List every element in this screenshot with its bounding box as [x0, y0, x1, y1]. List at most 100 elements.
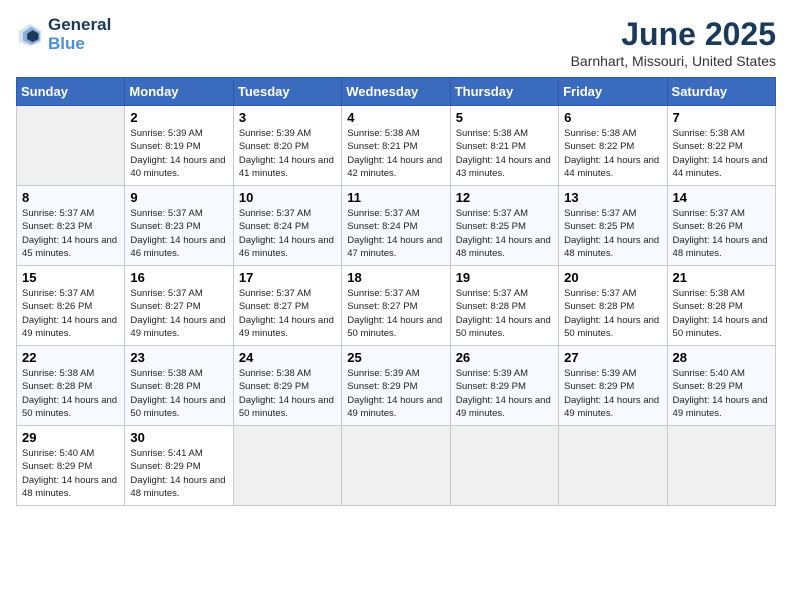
calendar-week-row: 8Sunrise: 5:37 AMSunset: 8:23 PMDaylight… [17, 186, 776, 266]
weekday-header: Thursday [450, 78, 558, 106]
calendar-cell [233, 426, 341, 506]
calendar-cell: 11 Sunrise: 5:37 AMSunset: 8:24 PMDayligh… [342, 186, 450, 266]
day-number: 5 [456, 110, 553, 125]
calendar-cell: 23 Sunrise: 5:38 AMSunset: 8:28 PMDayligh… [125, 346, 233, 426]
day-number: 23 [130, 350, 227, 365]
day-detail: Sunrise: 5:38 AMSunset: 8:22 PMDaylight:… [564, 127, 661, 180]
day-number: 17 [239, 270, 336, 285]
calendar-cell: 12 Sunrise: 5:37 AMSunset: 8:25 PMDayligh… [450, 186, 558, 266]
calendar-cell: 10 Sunrise: 5:37 AMSunset: 8:24 PMDayligh… [233, 186, 341, 266]
day-detail: Sunrise: 5:38 AMSunset: 8:28 PMDaylight:… [130, 367, 227, 420]
day-detail: Sunrise: 5:38 AMSunset: 8:28 PMDaylight:… [673, 287, 770, 340]
calendar-cell: 8Sunrise: 5:37 AMSunset: 8:23 PMDaylight… [17, 186, 125, 266]
day-detail: Sunrise: 5:37 AMSunset: 8:26 PMDaylight:… [673, 207, 770, 260]
day-detail: Sunrise: 5:37 AMSunset: 8:24 PMDaylight:… [239, 207, 336, 260]
day-detail: Sunrise: 5:37 AMSunset: 8:26 PMDaylight:… [22, 287, 119, 340]
day-number: 19 [456, 270, 553, 285]
day-number: 18 [347, 270, 444, 285]
calendar-cell: 6 Sunrise: 5:38 AMSunset: 8:22 PMDaylight… [559, 106, 667, 186]
day-detail: Sunrise: 5:37 AMSunset: 8:25 PMDaylight:… [456, 207, 553, 260]
day-detail: Sunrise: 5:39 AMSunset: 8:29 PMDaylight:… [456, 367, 553, 420]
day-detail: Sunrise: 5:37 AMSunset: 8:24 PMDaylight:… [347, 207, 444, 260]
day-detail: Sunrise: 5:41 AMSunset: 8:29 PMDaylight:… [130, 447, 227, 500]
day-number: 10 [239, 190, 336, 205]
calendar-cell: 25 Sunrise: 5:39 AMSunset: 8:29 PMDayligh… [342, 346, 450, 426]
calendar-cell: 20Sunrise: 5:37 AMSunset: 8:28 PMDayligh… [559, 266, 667, 346]
day-number: 6 [564, 110, 661, 125]
day-number: 16 [130, 270, 227, 285]
calendar-body: 2 Sunrise: 5:39 AMSunset: 8:19 PMDaylight… [17, 106, 776, 506]
day-number: 22 [22, 350, 119, 365]
calendar-cell [17, 106, 125, 186]
calendar-cell: 19 Sunrise: 5:37 AMSunset: 8:28 PMDayligh… [450, 266, 558, 346]
calendar-table: SundayMondayTuesdayWednesdayThursdayFrid… [16, 77, 776, 506]
calendar-cell [450, 426, 558, 506]
day-number: 12 [456, 190, 553, 205]
location-title: Barnhart, Missouri, United States [571, 53, 776, 69]
day-detail: Sunrise: 5:37 AMSunset: 8:27 PMDaylight:… [347, 287, 444, 340]
day-number: 26 [456, 350, 553, 365]
month-title: June 2025 [571, 16, 776, 53]
day-detail: Sunrise: 5:37 AMSunset: 8:25 PMDaylight:… [564, 207, 661, 260]
day-detail: Sunrise: 5:40 AMSunset: 8:29 PMDaylight:… [673, 367, 770, 420]
day-detail: Sunrise: 5:40 AMSunset: 8:29 PMDaylight:… [22, 447, 119, 500]
weekday-header: Saturday [667, 78, 775, 106]
day-detail: Sunrise: 5:37 AMSunset: 8:27 PMDaylight:… [239, 287, 336, 340]
logo: General Blue [16, 16, 111, 53]
day-detail: Sunrise: 5:39 AMSunset: 8:29 PMDaylight:… [347, 367, 444, 420]
calendar-cell: 30Sunrise: 5:41 AMSunset: 8:29 PMDayligh… [125, 426, 233, 506]
calendar-cell: 4Sunrise: 5:38 AMSunset: 8:21 PMDaylight… [342, 106, 450, 186]
day-number: 9 [130, 190, 227, 205]
day-detail: Sunrise: 5:37 AMSunset: 8:23 PMDaylight:… [22, 207, 119, 260]
calendar-header-row: SundayMondayTuesdayWednesdayThursdayFrid… [17, 78, 776, 106]
calendar-cell [342, 426, 450, 506]
calendar-cell: 13 Sunrise: 5:37 AMSunset: 8:25 PMDayligh… [559, 186, 667, 266]
calendar-cell: 2 Sunrise: 5:39 AMSunset: 8:19 PMDaylight… [125, 106, 233, 186]
weekday-header: Tuesday [233, 78, 341, 106]
calendar-cell: 22 Sunrise: 5:38 AMSunset: 8:28 PMDayligh… [17, 346, 125, 426]
day-detail: Sunrise: 5:39 AMSunset: 8:29 PMDaylight:… [564, 367, 661, 420]
day-number: 28 [673, 350, 770, 365]
day-number: 24 [239, 350, 336, 365]
title-area: June 2025 Barnhart, Missouri, United Sta… [571, 16, 776, 69]
weekday-header: Wednesday [342, 78, 450, 106]
day-number: 25 [347, 350, 444, 365]
calendar-cell [667, 426, 775, 506]
day-detail: Sunrise: 5:38 AMSunset: 8:28 PMDaylight:… [22, 367, 119, 420]
logo-text: General Blue [48, 16, 111, 53]
calendar-cell: 18 Sunrise: 5:37 AMSunset: 8:27 PMDayligh… [342, 266, 450, 346]
header: General Blue June 2025 Barnhart, Missour… [16, 16, 776, 69]
day-number: 20 [564, 270, 661, 285]
day-number: 2 [130, 110, 227, 125]
day-number: 7 [673, 110, 770, 125]
day-number: 15 [22, 270, 119, 285]
weekday-header: Monday [125, 78, 233, 106]
day-detail: Sunrise: 5:39 AMSunset: 8:19 PMDaylight:… [130, 127, 227, 180]
day-number: 29 [22, 430, 119, 445]
day-detail: Sunrise: 5:37 AMSunset: 8:28 PMDaylight:… [456, 287, 553, 340]
calendar-week-row: 29 Sunrise: 5:40 AMSunset: 8:29 PMDayligh… [17, 426, 776, 506]
calendar-cell: 27 Sunrise: 5:39 AMSunset: 8:29 PMDayligh… [559, 346, 667, 426]
day-number: 14 [673, 190, 770, 205]
weekday-header: Friday [559, 78, 667, 106]
weekday-header: Sunday [17, 78, 125, 106]
day-detail: Sunrise: 5:39 AMSunset: 8:20 PMDaylight:… [239, 127, 336, 180]
day-number: 27 [564, 350, 661, 365]
day-detail: Sunrise: 5:38 AMSunset: 8:21 PMDaylight:… [456, 127, 553, 180]
calendar-cell: 26 Sunrise: 5:39 AMSunset: 8:29 PMDayligh… [450, 346, 558, 426]
day-number: 3 [239, 110, 336, 125]
calendar-week-row: 22 Sunrise: 5:38 AMSunset: 8:28 PMDayligh… [17, 346, 776, 426]
calendar-cell: 17 Sunrise: 5:37 AMSunset: 8:27 PMDayligh… [233, 266, 341, 346]
calendar-cell: 5 Sunrise: 5:38 AMSunset: 8:21 PMDaylight… [450, 106, 558, 186]
calendar-cell [559, 426, 667, 506]
day-number: 13 [564, 190, 661, 205]
logo-icon [16, 21, 44, 49]
calendar-cell: 15 Sunrise: 5:37 AMSunset: 8:26 PMDayligh… [17, 266, 125, 346]
day-detail: Sunrise: 5:38 AMSunset: 8:21 PMDaylight:… [347, 127, 444, 180]
calendar-week-row: 15 Sunrise: 5:37 AMSunset: 8:26 PMDayligh… [17, 266, 776, 346]
day-number: 11 [347, 190, 444, 205]
day-detail: Sunrise: 5:38 AMSunset: 8:29 PMDaylight:… [239, 367, 336, 420]
calendar-cell: 3 Sunrise: 5:39 AMSunset: 8:20 PMDaylight… [233, 106, 341, 186]
calendar-cell: 7Sunrise: 5:38 AMSunset: 8:22 PMDaylight… [667, 106, 775, 186]
calendar-cell: 29 Sunrise: 5:40 AMSunset: 8:29 PMDayligh… [17, 426, 125, 506]
